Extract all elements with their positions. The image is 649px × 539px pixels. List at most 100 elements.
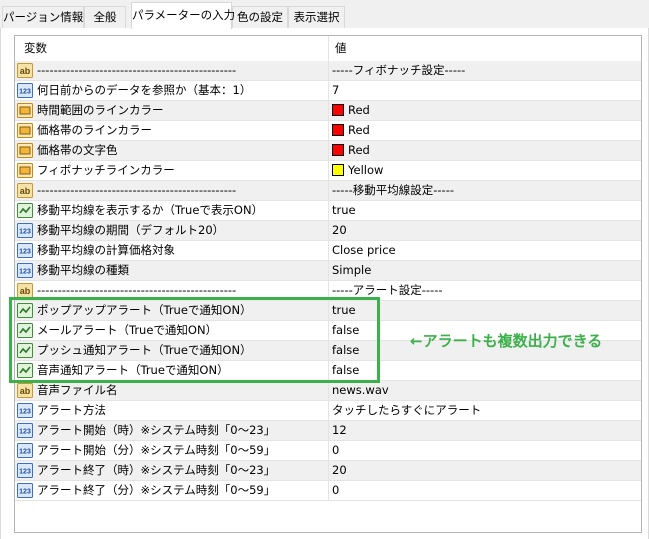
- 123-icon: 123: [17, 443, 33, 458]
- variable-value: 12: [332, 423, 347, 437]
- variable-value-cell[interactable]: true: [329, 301, 641, 320]
- variable-value-cell[interactable]: false: [329, 361, 641, 380]
- variable-value: true: [332, 203, 356, 217]
- variable-value: -----移動平均線設定-----: [332, 183, 454, 197]
- svg-text:123: 123: [19, 449, 31, 456]
- table-row[interactable]: 価格帯のラインカラー Red: [15, 121, 641, 141]
- 123-icon: 123: [17, 483, 33, 498]
- variable-value-cell[interactable]: Red: [329, 101, 641, 120]
- svg-text:ab: ab: [20, 186, 31, 196]
- table-row[interactable]: ポップアップアラート（Trueで通知ON） true: [15, 301, 641, 321]
- table-row[interactable]: 価格帯の文字色 Red: [15, 141, 641, 161]
- tab-version-info[interactable]: パージョン情報: [2, 6, 84, 28]
- variable-value-cell[interactable]: Red: [329, 141, 641, 160]
- header-value[interactable]: 値: [329, 36, 641, 61]
- variable-value: false: [332, 363, 360, 377]
- variable-name: フィボナッチラインカラー: [37, 163, 175, 177]
- variable-value-cell[interactable]: -----アラート設定-----: [329, 281, 641, 300]
- tab-color-settings[interactable]: 色の設定: [232, 6, 288, 28]
- table-row[interactable]: 123 アラート開始（分）※システム時刻「0～59」 0: [15, 441, 641, 461]
- variable-name-cell: 音声通知アラート（Trueで通知ON）: [15, 361, 329, 380]
- variable-value-cell[interactable]: 20: [329, 221, 641, 240]
- tab-general[interactable]: 全般: [84, 6, 126, 28]
- variable-name-cell: 123 移動平均線の期間（デフォルト20）: [15, 221, 329, 240]
- variable-name: 移動平均線を表示するか（Trueで表示ON）: [37, 203, 264, 217]
- variable-value-cell[interactable]: Close price: [329, 241, 641, 260]
- variable-name-cell: 移動平均線を表示するか（Trueで表示ON）: [15, 201, 329, 220]
- variable-name: 価格帯の文字色: [37, 143, 118, 157]
- 123-icon: 123: [17, 243, 33, 258]
- table-row[interactable]: ab 音声ファイル名 news.wav: [15, 381, 641, 401]
- table-row[interactable]: 123 アラート終了（時）※システム時刻「0～23」 20: [15, 461, 641, 481]
- variable-name: ----------------------------------------…: [37, 63, 237, 77]
- variable-name: 音声通知アラート（Trueで通知ON）: [37, 363, 229, 377]
- variable-name-cell: メールアラート（Trueで通知ON）: [15, 321, 329, 340]
- svg-text:123: 123: [19, 269, 31, 276]
- variable-value: false: [332, 343, 360, 357]
- table-row[interactable]: 音声通知アラート（Trueで通知ON） false: [15, 361, 641, 381]
- tab-parameters[interactable]: パラメーターの入力: [131, 2, 235, 29]
- table-row[interactable]: 123 移動平均線の期間（デフォルト20） 20: [15, 221, 641, 241]
- variable-value-cell[interactable]: 12: [329, 421, 641, 440]
- variable-value-cell[interactable]: 7: [329, 81, 641, 100]
- bool-icon: [17, 323, 33, 338]
- variable-name: 移動平均線の種類: [37, 263, 129, 277]
- color-icon: [17, 103, 33, 118]
- variable-name-cell: ab 音声ファイル名: [15, 381, 329, 400]
- bool-icon: [17, 303, 33, 318]
- variable-name: アラート開始（分）※システム時刻「0～59」: [37, 443, 276, 457]
- table-row[interactable]: 123 アラート方法 タッチしたらすぐにアラート: [15, 401, 641, 421]
- variable-name-cell: 123 アラート開始（分）※システム時刻「0～59」: [15, 441, 329, 460]
- variable-value: -----アラート設定-----: [332, 283, 443, 297]
- table-row[interactable]: 時間範囲のラインカラー Red: [15, 101, 641, 121]
- parameter-grid: 変数 値 ab ---------------------------------…: [14, 35, 642, 533]
- table-row[interactable]: 123 移動平均線の計算価格対象 Close price: [15, 241, 641, 261]
- variable-name-cell: 123 アラート終了（時）※システム時刻「0～23」: [15, 461, 329, 480]
- 123-icon: 123: [17, 263, 33, 278]
- variable-value-cell[interactable]: news.wav: [329, 381, 641, 400]
- table-row[interactable]: ab --------------------------------------…: [15, 181, 641, 201]
- table-row[interactable]: 123 移動平均線の種類 Simple: [15, 261, 641, 281]
- variable-value: Yellow: [348, 163, 384, 177]
- 123-icon: 123: [17, 423, 33, 438]
- variable-name: メールアラート（Trueで通知ON）: [37, 323, 218, 337]
- table-row[interactable]: 移動平均線を表示するか（Trueで表示ON） true: [15, 201, 641, 221]
- header-variable[interactable]: 変数: [15, 36, 329, 61]
- color-swatch: [332, 144, 344, 156]
- variable-value-cell[interactable]: Red: [329, 121, 641, 140]
- table-row[interactable]: 123 アラート開始（時）※システム時刻「0～23」 12: [15, 421, 641, 441]
- variable-value-cell[interactable]: 0: [329, 481, 641, 500]
- color-icon: [17, 123, 33, 138]
- variable-value-cell[interactable]: Simple: [329, 261, 641, 280]
- variable-value-cell[interactable]: true: [329, 201, 641, 220]
- annotation-text: ←アラートも複数出力できる: [410, 332, 603, 350]
- table-row[interactable]: 123 何日前からのデータを参照か（基本：1） 7: [15, 81, 641, 101]
- variable-value-cell[interactable]: タッチしたらすぐにアラート: [329, 401, 641, 420]
- variable-name-cell: 123 アラート開始（時）※システム時刻「0～23」: [15, 421, 329, 440]
- tab-display-selection[interactable]: 表示選択: [288, 6, 345, 28]
- svg-text:123: 123: [19, 89, 31, 96]
- variable-name-cell: ポップアップアラート（Trueで通知ON）: [15, 301, 329, 320]
- grid-header: 変数 値: [15, 36, 641, 62]
- variable-value-cell[interactable]: Yellow: [329, 161, 641, 180]
- table-row[interactable]: ab --------------------------------------…: [15, 281, 641, 301]
- table-row[interactable]: 123 アラート終了（分）※システム時刻「0～59」 0: [15, 481, 641, 501]
- table-row[interactable]: ab --------------------------------------…: [15, 61, 641, 81]
- variable-value-cell[interactable]: 20: [329, 461, 641, 480]
- variable-name: 移動平均線の期間（デフォルト20）: [37, 223, 225, 237]
- table-row[interactable]: フィボナッチラインカラー Yellow: [15, 161, 641, 181]
- variable-value-cell[interactable]: -----フィボナッチ設定-----: [329, 61, 641, 80]
- variable-value-cell[interactable]: -----移動平均線設定-----: [329, 181, 641, 200]
- variable-value-cell[interactable]: 0: [329, 441, 641, 460]
- variable-name-cell: ab --------------------------------------…: [15, 61, 329, 80]
- variable-name-cell: プッシュ通知アラート（Trueで通知ON）: [15, 341, 329, 360]
- 123-icon: 123: [17, 403, 33, 418]
- svg-text:ab: ab: [20, 386, 31, 396]
- variable-name: 何日前からのデータを参照か（基本：1）: [37, 83, 252, 97]
- bool-icon: [17, 203, 33, 218]
- variable-name-cell: 123 何日前からのデータを参照か（基本：1）: [15, 81, 329, 100]
- color-swatch: [332, 164, 344, 176]
- ab-icon: ab: [17, 63, 33, 78]
- variable-name-cell: 価格帯のラインカラー: [15, 121, 329, 140]
- variable-name: アラート終了（分）※システム時刻「0～59」: [37, 483, 276, 497]
